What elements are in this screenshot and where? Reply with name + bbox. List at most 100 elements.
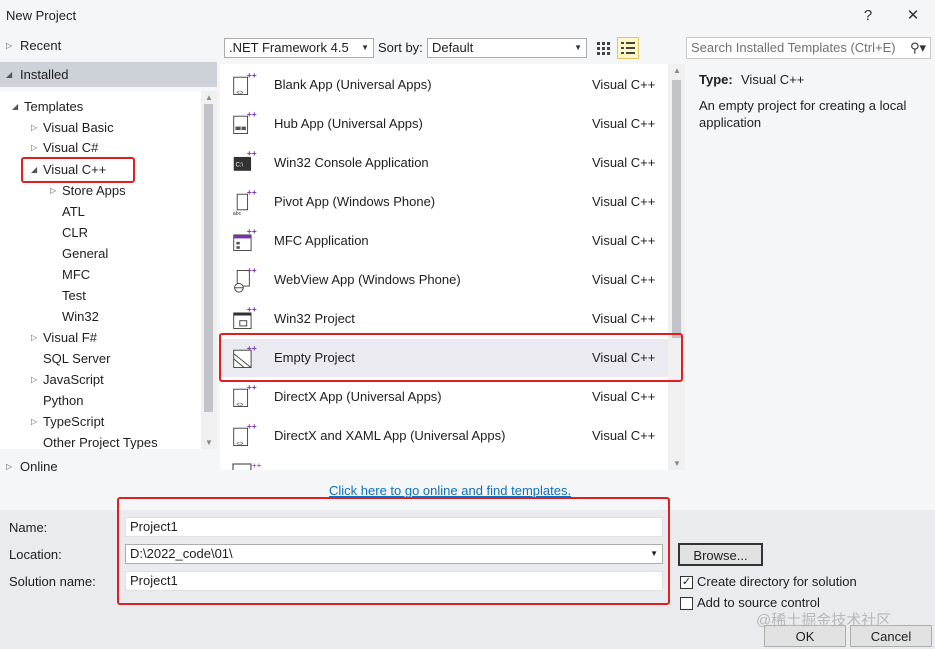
list-scroll-thumb[interactable] [672,80,681,338]
tree-item-visual-fsharp[interactable]: ▷ Visual F# [31,327,97,348]
scroll-up-icon[interactable]: ▲ [673,66,681,75]
template-row[interactable]: ++ Hub App (Universal Apps) Visual C++ [220,105,668,143]
grid-view-button[interactable] [593,37,613,59]
tree-label: Visual F# [43,330,97,345]
template-row[interactable]: C:\ ++ Win32 Console Application Visual C++ [220,144,668,182]
svg-text:abc: abc [233,211,242,217]
template-tree: ◢ Templates ▷ Visual Basic ▷ Visual C# ◢ Vis… [0,91,217,449]
template-name: MFC Application [274,233,369,248]
checkmark-icon: ✓ [681,576,692,588]
search-icon[interactable]: ⚲▾ [910,38,926,58]
tree-item-test[interactable]: Test [62,285,86,306]
search-input[interactable]: Search Installed Templates (Ctrl+E) ⚲▾ [686,37,931,59]
help-button[interactable]: ? [853,4,883,28]
svg-text:++: ++ [247,421,257,431]
tree-item-atl[interactable]: ATL [62,201,85,222]
browse-button[interactable]: Browse... [678,543,763,566]
template-language: Visual C++ [592,77,656,92]
nav-recent[interactable]: ▷ Recent [0,35,217,57]
empty-project-icon: ++ [233,343,257,368]
solution-name-input[interactable]: Project1 [125,571,663,591]
title-bar: New Project ? ✕ [0,0,935,32]
expand-arrow-icon: ▷ [50,186,57,195]
template-language: Visual C++ [592,350,656,365]
scroll-up-icon[interactable]: ▲ [205,93,213,102]
svg-text:C:\: C:\ [235,162,243,168]
nav-installed[interactable]: ◢ Installed [0,62,217,87]
tree-item-visual-cpp[interactable]: ◢ Visual C++ [31,159,107,180]
template-row[interactable]: <> ++ DirectX and XAML App (Universal Apps… [220,417,668,455]
location-combo[interactable]: D:\2022_code\01\ ▼ [125,544,663,564]
template-row[interactable]: <> ++ Blank App (Universal Apps) Visual C++ [220,66,668,104]
template-row[interactable]: <> ++ DirectX App (Universal Apps) Visual C… [220,378,668,416]
template-row[interactable]: ++ Win32 Project Visual C++ [220,300,668,338]
expand-arrow-icon: ▷ [6,41,13,50]
tree-label: Visual C++ [43,162,107,177]
tree-item-win32[interactable]: Win32 [62,306,99,327]
sort-select[interactable]: Default ▼ [427,38,587,58]
svg-text:++: ++ [247,70,257,80]
template-row[interactable]: ++ Empty Project Visual C++ [220,339,668,377]
tree-item-visual-basic[interactable]: ▷ Visual Basic [31,117,114,138]
scroll-down-icon[interactable]: ▼ [673,459,681,468]
template-name: WebView App (Windows Phone) [274,272,461,287]
name-label: Name: [9,520,48,535]
tree-item-mfc[interactable]: MFC [62,264,90,285]
template-name: Pivot App (Windows Phone) [274,194,436,209]
tree-item-general[interactable]: General [62,243,108,264]
tree-item-sql-server[interactable]: SQL Server [43,348,110,369]
tree-label: Visual C# [43,140,99,155]
template-row-partial: ++ [220,456,668,470]
list-view-button[interactable] [617,37,639,59]
template-name: DirectX App (Universal Apps) [274,389,442,404]
watermark-text: @稀土掘金技术社区 [756,612,892,629]
tree-item-store-apps[interactable]: ▷ Store Apps [50,180,126,201]
directx-xaml-app-icon: <> ++ [233,421,257,448]
tree-item-javascript[interactable]: ▷ JavaScript [31,369,104,390]
info-type-label: Type: [699,72,733,87]
tree-label: TypeScript [43,414,105,429]
template-language: Visual C++ [592,116,656,131]
tree-scroll-thumb[interactable] [204,104,213,412]
svg-text:++: ++ [247,148,257,158]
win32-project-icon: ++ [233,304,257,329]
template-name: Win32 Project [274,311,355,326]
online-templates-link[interactable]: Click here to go online and find templat… [329,483,571,498]
framework-select[interactable]: .NET Framework 4.5 ▼ [224,38,374,58]
name-input[interactable]: Project1 [125,517,663,537]
source-control-label: Add to source control [697,595,820,610]
hub-app-icon: ++ [233,109,257,134]
svg-text:++: ++ [247,187,257,197]
source-control-checkbox[interactable] [680,597,693,610]
svg-text:++: ++ [247,265,257,275]
info-type-value: Visual C++ [741,72,805,87]
tree-label: Other Project Types [43,435,158,449]
pivot-app-icon: abc ++ [233,187,257,217]
close-button[interactable]: ✕ [898,4,928,28]
template-row[interactable]: ++ MFC Application Visual C++ [220,222,668,260]
template-language: Visual C++ [592,272,656,287]
svg-text:++: ++ [247,226,257,236]
tree-item-visual-csharp[interactable]: ▷ Visual C# [31,137,99,158]
template-row[interactable]: abc ++ Pivot App (Windows Phone) Visual C++ [220,183,668,221]
template-language: Visual C++ [592,311,656,326]
location-value: D:\2022_code\01\ [130,546,233,561]
template-row[interactable]: ++ WebView App (Windows Phone) Visual C++ [220,261,668,299]
location-label: Location: [9,547,62,562]
window-title: New Project [6,8,77,23]
collapse-arrow-icon: ◢ [12,102,19,111]
tree-item-python[interactable]: Python [43,390,83,411]
tree-item-templates[interactable]: ◢ Templates [12,96,83,117]
svg-text:++: ++ [247,109,257,119]
blank-app-icon: <> ++ [233,70,257,97]
tree-item-typescript[interactable]: ▷ TypeScript [31,411,105,432]
tree-item-clr[interactable]: CLR [62,222,88,243]
create-directory-checkbox[interactable]: ✓ [680,576,693,589]
nav-online[interactable]: ▷ Online [0,456,217,478]
svg-text:++: ++ [247,304,257,314]
scroll-down-icon[interactable]: ▼ [205,438,213,447]
expand-arrow-icon: ▷ [31,143,38,152]
tree-item-other-project-types[interactable]: ▷Other Project Types [43,432,158,449]
chevron-down-icon[interactable]: ▼ [650,545,658,563]
expand-arrow-icon: ▷ [31,123,38,132]
